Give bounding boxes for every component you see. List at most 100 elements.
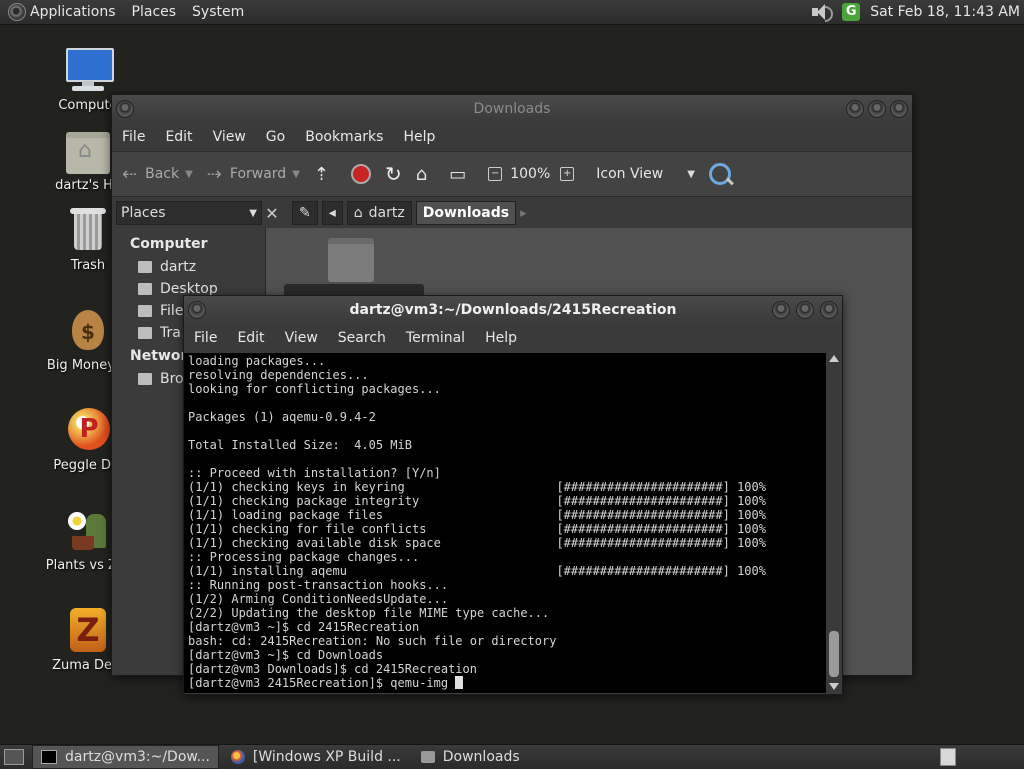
menu-applications[interactable]: Applications: [26, 0, 124, 24]
forward-arrow-icon: ⇢: [206, 163, 222, 185]
close-button[interactable]: [820, 301, 838, 319]
minimize-button[interactable]: [772, 301, 790, 319]
scroll-up-icon[interactable]: [829, 355, 839, 362]
chevron-right-icon[interactable]: ▸: [520, 206, 527, 221]
menu-go[interactable]: Go: [256, 129, 295, 145]
trash-icon: [138, 327, 152, 339]
peggle-icon: P: [64, 406, 112, 454]
window-menu-icon[interactable]: [188, 301, 206, 319]
minimize-button[interactable]: [846, 100, 864, 118]
panel-tray: G Sat Feb 18, 11:43 AM: [810, 0, 1024, 24]
menu-system[interactable]: System: [184, 0, 252, 24]
edit-location-button[interactable]: ✎: [292, 201, 318, 225]
home-icon: ⌂: [415, 163, 428, 185]
firefox-icon: [230, 750, 245, 764]
close-button[interactable]: [890, 100, 908, 118]
terminal-text: loading packages... resolving dependenci…: [188, 354, 766, 690]
menu-help[interactable]: Help: [393, 129, 445, 145]
zoom-out-icon[interactable]: −: [488, 167, 503, 181]
trash-applet-icon[interactable]: [940, 748, 956, 766]
breadcrumb: ✎ ◂ ⌂ dartz Downloads ▸: [292, 201, 527, 225]
breadcrumb-downloads[interactable]: Downloads: [415, 201, 517, 225]
reload-icon: ↻: [385, 162, 402, 186]
update-icon[interactable]: G: [842, 3, 861, 21]
scroll-thumb[interactable]: [829, 631, 839, 677]
sidebar-item-label: dartz: [160, 259, 197, 275]
zoom-level[interactable]: 100%: [510, 166, 550, 182]
menu-places[interactable]: Places: [124, 0, 185, 24]
taskbar-item-terminal[interactable]: dartz@vm3:~/Dow...: [32, 745, 219, 769]
computer-icon: [64, 46, 114, 94]
back-arrow-icon: ⇠: [122, 163, 138, 185]
show-desktop-icon[interactable]: [4, 749, 24, 765]
back-button[interactable]: ⇠ Back ▼: [122, 164, 193, 185]
up-button[interactable]: ⇡: [314, 164, 337, 185]
chevron-down-icon: ▼: [687, 168, 695, 180]
money-bag-icon: $: [64, 306, 112, 354]
taskbar-item-label: Downloads: [442, 749, 520, 765]
folder-icon[interactable]: [328, 238, 374, 282]
terminal-window: dartz@vm3:~/Downloads/2415Recreation Fil…: [183, 295, 843, 695]
reload-button[interactable]: ↻: [385, 162, 402, 186]
home-icon: ⌂: [353, 205, 363, 221]
plants-vs-zombies-icon: [64, 506, 112, 554]
maximize-button[interactable]: [868, 100, 886, 118]
computer-icon: ▭: [449, 163, 467, 185]
terminal-titlebar[interactable]: dartz@vm3:~/Downloads/2415Recreation: [184, 296, 842, 324]
menu-edit[interactable]: Edit: [227, 330, 274, 346]
maximize-button[interactable]: [796, 301, 814, 319]
menu-view[interactable]: View: [275, 330, 328, 346]
taskbar-item-downloads[interactable]: Downloads: [413, 746, 528, 768]
menu-file[interactable]: File: [112, 129, 155, 145]
zoom-in-icon[interactable]: +: [560, 167, 575, 181]
breadcrumb-dartz[interactable]: ⌂ dartz: [346, 201, 412, 225]
sidebar-item-dartz[interactable]: dartz: [112, 256, 265, 278]
sidebar-item-label: Bro: [160, 371, 184, 387]
pencil-icon: ✎: [299, 205, 311, 221]
view-mode-select[interactable]: Icon View ▼: [596, 166, 695, 182]
distro-logo-icon[interactable]: [8, 3, 26, 21]
menu-bookmarks[interactable]: Bookmarks: [295, 129, 393, 145]
menu-view[interactable]: View: [203, 129, 256, 145]
back-label: Back: [145, 166, 180, 182]
forward-label: Forward: [229, 166, 287, 182]
menu-help[interactable]: Help: [475, 330, 527, 346]
sidebar-header-computer: Computer: [130, 236, 208, 252]
forward-history-caret-icon[interactable]: ▼: [292, 169, 300, 180]
back-history-caret-icon[interactable]: ▼: [185, 169, 193, 180]
location-bar: Places ▼ ✕ ✎ ◂ ⌂ dartz Downloads ▸: [112, 197, 912, 229]
taskbar-item-label: [Windows XP Build ...: [252, 749, 401, 765]
menu-edit[interactable]: Edit: [155, 129, 202, 145]
file-manager-titlebar[interactable]: Downloads: [112, 95, 912, 123]
terminal-prompt-line[interactable]: [dartz@vm3 2415Recreation]$ qemu-img: [188, 676, 455, 690]
terminal-scrollbar[interactable]: [827, 353, 842, 693]
window-menu-icon[interactable]: [116, 100, 134, 118]
menu-search[interactable]: Search: [328, 330, 396, 346]
close-side-pane-icon[interactable]: ✕: [262, 204, 282, 223]
breadcrumb-left-arrow[interactable]: ◂: [321, 201, 343, 225]
chevron-left-icon: ◂: [328, 205, 336, 221]
search-button[interactable]: [708, 163, 731, 185]
stop-button[interactable]: [351, 164, 371, 184]
menu-terminal[interactable]: Terminal: [396, 330, 475, 346]
file-manager-toolbar: ⇠ Back ▼ ⇢ Forward ▼ ⇡ ↻ ⌂ ▭ − 100% + Ic…: [112, 151, 912, 197]
clock[interactable]: Sat Feb 18, 11:43 AM: [870, 4, 1024, 20]
terminal-menubar: File Edit View Search Terminal Help: [184, 324, 842, 352]
top-panel: Applications Places System G Sat Feb 18,…: [0, 0, 1024, 25]
menu-file[interactable]: File: [184, 330, 227, 346]
taskbar-item-label: dartz@vm3:~/Dow...: [65, 749, 210, 765]
bottom-panel: dartz@vm3:~/Dow... [Windows XP Build ...…: [0, 744, 1024, 769]
terminal-output[interactable]: loading packages... resolving dependenci…: [184, 353, 826, 693]
computer-button[interactable]: ▭: [449, 164, 474, 185]
scroll-down-icon[interactable]: [829, 683, 839, 690]
home-button[interactable]: ⌂: [416, 164, 435, 185]
chevron-down-icon: ▼: [249, 207, 257, 219]
network-icon: [138, 373, 152, 385]
side-pane-selector[interactable]: Places ▼: [116, 201, 262, 225]
forward-button[interactable]: ⇢ Forward ▼: [207, 164, 300, 185]
speaker-icon[interactable]: [810, 3, 834, 22]
taskbar-item-firefox[interactable]: [Windows XP Build ...: [223, 746, 409, 768]
side-pane-label: Places: [121, 205, 166, 221]
view-mode-label: Icon View: [596, 166, 664, 182]
home-icon: [138, 261, 152, 273]
